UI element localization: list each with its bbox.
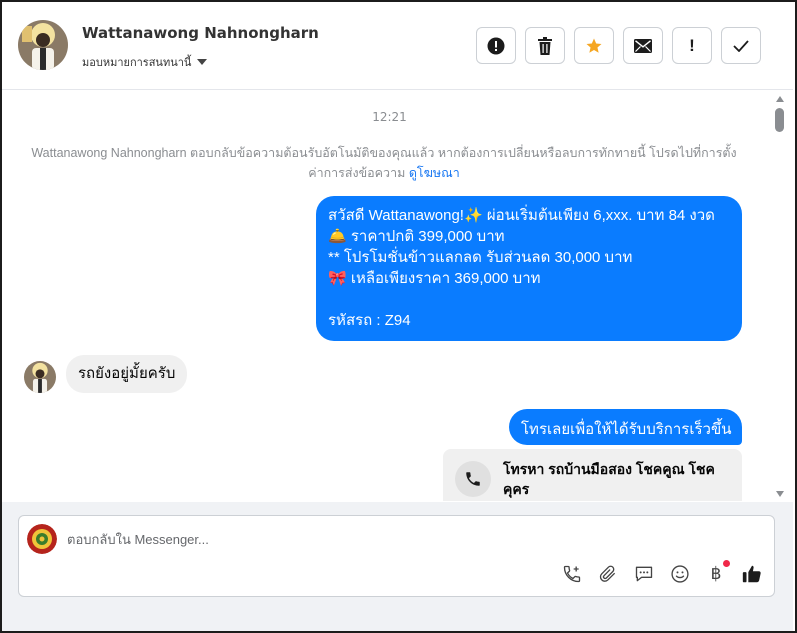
reply-composer: ฿ <box>18 515 775 597</box>
thread-scrollbar[interactable] <box>773 93 787 501</box>
envelope-icon <box>634 38 652 53</box>
like-button[interactable] <box>740 562 764 586</box>
check-icon <box>733 39 749 52</box>
phone-icon <box>455 461 491 497</box>
message-line: 🛎️ ราคาปกติ 399,000 บาท <box>328 228 505 245</box>
contact-avatar[interactable] <box>18 20 68 70</box>
call-button[interactable] <box>560 562 584 586</box>
emoji-button[interactable] <box>668 562 692 586</box>
mark-done-button[interactable] <box>721 27 761 64</box>
star-icon <box>586 38 602 53</box>
contact-avatar-small[interactable] <box>24 361 56 393</box>
mark-unread-button[interactable] <box>623 27 663 64</box>
star-button[interactable] <box>574 27 614 64</box>
phone-plus-icon <box>563 565 581 583</box>
caret-down-icon <box>197 59 208 65</box>
message-line <box>328 289 730 310</box>
saved-reply-icon <box>635 566 653 582</box>
auto-reply-notice-text: Wattanawong Nahnongharn ตอบกลับข้อความต้… <box>31 146 737 180</box>
paperclip-icon <box>599 565 616 582</box>
baht-payment-icon: ฿ <box>710 564 722 584</box>
message-timestamp: 12:21 <box>372 110 407 124</box>
thumbs-up-icon <box>742 565 761 583</box>
page-avatar <box>27 524 57 554</box>
saved-replies-button[interactable] <box>632 562 656 586</box>
attach-button[interactable] <box>596 562 620 586</box>
emoji-icon <box>671 565 689 583</box>
payment-button[interactable]: ฿ <box>704 560 730 586</box>
assign-label: มอบหมายการสนทนานี้ <box>82 56 192 69</box>
message-line: 🎀 เหลือเพียงราคา 369,000 บาท <box>328 270 541 287</box>
delete-button[interactable] <box>525 27 565 64</box>
auto-reply-notice: Wattanawong Nahnongharn ตอบกลับข้อความต้… <box>24 143 744 183</box>
reply-input[interactable] <box>67 528 567 550</box>
composer-tools: ฿ <box>560 560 764 586</box>
contact-name: Wattanawong Nahnongharn <box>82 24 319 42</box>
view-ad-link[interactable]: ดูโฆษณา <box>409 166 460 180</box>
outgoing-message-bubble-call[interactable]: โทรเลยเพื่อให้ได้รับบริการเร็วขึ้น <box>509 409 742 445</box>
message-line: สวัสดี Wattanawong!✨ ผ่อนเริ่มต้นเพียง 6… <box>328 207 715 224</box>
mark-spam-button[interactable] <box>476 27 516 64</box>
message-line: ** โปรโมชั่นข้าวแลกลด รับส่วนลด 30,000 บ… <box>328 249 633 266</box>
incoming-message-bubble[interactable]: รถยังอยู่มั้ยครับ <box>66 355 188 393</box>
conversation-header: Wattanawong Nahnongharn มอบหมายการสนทนาน… <box>2 2 793 90</box>
assign-conversation-dropdown[interactable]: มอบหมายการสนทนานี้ <box>82 53 208 71</box>
notification-dot <box>723 560 730 567</box>
call-card-title: โทรหา รถบ้านมือสอง โชคคูณ โชคคุคร <box>503 461 715 497</box>
message-thread[interactable]: 12:21 Wattanawong Nahnongharn ตอบกลับข้อ… <box>2 91 777 501</box>
message-line: รหัสรถ : Z94 <box>328 312 411 329</box>
header-actions: ! <box>476 27 761 64</box>
call-button-card[interactable]: โทรหา รถบ้านมือสอง โชคคูณ โชคคุคร <box>443 449 742 501</box>
trash-icon <box>538 36 552 55</box>
exclamation-icon: ! <box>689 35 695 55</box>
outgoing-message-bubble[interactable]: สวัสดี Wattanawong!✨ ผ่อนเริ่มต้นเพียง 6… <box>316 196 742 341</box>
alert-circle-icon <box>487 37 505 54</box>
follow-up-button[interactable]: ! <box>672 27 712 64</box>
